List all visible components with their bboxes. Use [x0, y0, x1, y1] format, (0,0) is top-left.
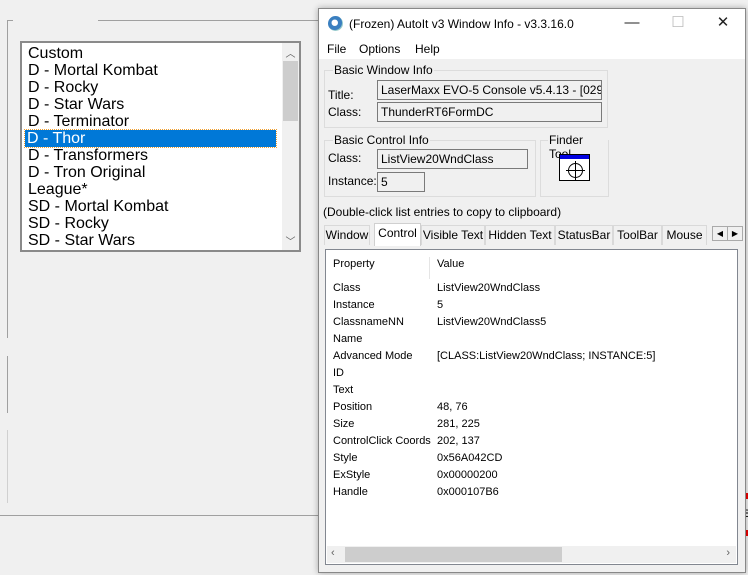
property-cell: Handle	[333, 486, 368, 498]
value-cell: ListView20WndClass5	[437, 316, 547, 328]
list-item-selected[interactable]: D - Thor	[24, 129, 277, 148]
table-row[interactable]: Text	[326, 382, 737, 399]
table-row[interactable]: ExStyle 0x00000200	[326, 467, 737, 484]
horizontal-scrollbar[interactable]: ‹ ›	[327, 546, 736, 563]
autoit-window-info: (Frozen) AutoIt v3 Window Info - v3.3.16…	[318, 8, 746, 573]
menu-file[interactable]: File	[327, 42, 346, 56]
control-class-label: Class:	[328, 151, 362, 165]
instance-field[interactable]: 5	[377, 172, 425, 192]
scroll-left-icon[interactable]: ‹	[331, 547, 335, 559]
groupbox-2-left-border	[7, 356, 8, 413]
menu-bar: File Options Help	[319, 39, 745, 59]
close-button[interactable]: ✕	[700, 9, 746, 39]
frame-bottom-line	[0, 515, 318, 516]
property-cell: Style	[333, 452, 358, 464]
clipboard-hint: (Double-click list entries to copy to cl…	[323, 205, 562, 219]
tab-visible-text[interactable]: Visible Text	[421, 225, 485, 245]
mode-listbox[interactable]: Custom D - Mortal Kombat D - Rocky D - S…	[20, 41, 301, 252]
autoit-magnifier-icon	[328, 16, 343, 31]
table-row[interactable]: Instance 5	[326, 297, 737, 314]
list-item[interactable]: League*	[26, 181, 88, 198]
scrollbar-thumb[interactable]	[345, 547, 562, 562]
value-cell: 0x00000200	[437, 469, 498, 481]
scrollbar-thumb[interactable]	[283, 61, 298, 121]
value-cell: ListView20WndClass	[437, 282, 541, 294]
table-row[interactable]: Name	[326, 331, 737, 348]
tab-scroll-left-icon[interactable]: ◀	[712, 226, 728, 241]
value-cell: 0x56A042CD	[437, 452, 503, 464]
tab-control[interactable]: Control	[374, 223, 421, 246]
property-cell: Class	[333, 282, 361, 294]
class-label: Class:	[328, 105, 362, 119]
menu-help[interactable]: Help	[415, 42, 440, 56]
scroll-up-icon[interactable]: ︿	[282, 45, 299, 60]
value-cell: 5	[437, 299, 444, 311]
scroll-down-icon[interactable]: ﹀	[282, 233, 299, 248]
table-row[interactable]: Handle 0x000107B6	[326, 484, 737, 501]
table-row[interactable]: Position 48, 76	[326, 399, 737, 416]
tab-hidden-text[interactable]: Hidden Text	[485, 225, 555, 245]
group-heading: Basic Window Info	[333, 63, 434, 77]
scroll-right-icon[interactable]: ›	[726, 547, 730, 559]
property-cell: Instance	[333, 299, 375, 311]
table-row[interactable]: ClassnameNN ListView20WndClass5	[326, 314, 737, 331]
instance-label: Instance:	[328, 174, 377, 188]
tab-window[interactable]: Window	[324, 225, 370, 245]
list-item[interactable]: SD - Mortal Kombat	[26, 198, 168, 215]
table-row[interactable]: Advanced Mode [CLASS:ListView20WndClass; …	[326, 348, 737, 365]
header-divider	[429, 257, 430, 279]
property-cell: Position	[333, 401, 373, 413]
value-cell: 48, 76	[437, 401, 468, 413]
property-cell: ExStyle	[333, 469, 371, 481]
property-cell: Size	[333, 418, 355, 430]
property-cell: Name	[333, 333, 363, 345]
table-row[interactable]: Size 281, 225	[326, 416, 737, 433]
groupbox-left-border	[7, 20, 8, 338]
list-item[interactable]: D - Terminator	[26, 113, 129, 130]
title-label: Title:	[328, 88, 354, 102]
groupbox-3-left-border	[7, 430, 8, 503]
value-cell: 281, 225	[437, 418, 480, 430]
properties-listview[interactable]: Property Value Class ListView20WndClass In…	[325, 249, 738, 565]
property-cell: ControlClick Coords	[333, 435, 431, 447]
value-cell: 202, 137	[437, 435, 480, 447]
header-property[interactable]: Property	[333, 255, 375, 273]
property-cell: ClassnameNN	[333, 316, 404, 328]
tab-scroll-right-icon[interactable]: ▶	[727, 226, 743, 241]
group-heading: Basic Control Info	[333, 133, 430, 147]
tab-statusbar[interactable]: StatusBar	[555, 225, 613, 245]
table-row[interactable]: ControlClick Coords 202, 137	[326, 433, 737, 450]
property-cell: Text	[333, 384, 354, 396]
title-bar[interactable]: (Frozen) AutoIt v3 Window Info - v3.3.16…	[319, 9, 745, 39]
minimize-button[interactable]: —	[609, 9, 655, 39]
list-item[interactable]: SD - Rocky	[26, 215, 109, 232]
control-class-field[interactable]: ListView20WndClass	[377, 149, 528, 169]
property-cell: ID	[333, 367, 344, 379]
frame-top-line	[98, 20, 318, 21]
column-header: Property Value	[326, 255, 737, 279]
list-item[interactable]: D - Transformers	[26, 147, 148, 164]
maximize-button[interactable]: ☐	[655, 9, 701, 39]
list-item[interactable]: D - Rocky	[26, 79, 98, 96]
list-item[interactable]: SD - Star Wars	[26, 232, 135, 249]
list-item[interactable]: Custom	[26, 45, 83, 62]
tab-mouse[interactable]: Mouse	[662, 225, 707, 245]
tab-toolbar[interactable]: ToolBar	[613, 225, 662, 245]
property-cell: Advanced Mode	[333, 350, 413, 362]
list-item[interactable]: D - Star Wars	[26, 96, 124, 113]
list-item[interactable]: D - Tron Original	[26, 164, 145, 181]
window-class-field[interactable]: ThunderRT6FormDC	[377, 102, 602, 122]
header-value[interactable]: Value	[437, 255, 464, 273]
table-row[interactable]: ID	[326, 365, 737, 382]
list-item[interactable]: D - Mortal Kombat	[26, 62, 158, 79]
window-title-field[interactable]: LaserMaxx EVO-5 Console v5.4.13 - [0292.…	[377, 80, 602, 100]
value-cell: [CLASS:ListView20WndClass; INSTANCE:5]	[437, 350, 656, 362]
window-title: (Frozen) AutoIt v3 Window Info - v3.3.16…	[349, 17, 574, 31]
table-row[interactable]: Style 0x56A042CD	[326, 450, 737, 467]
crosshair-finder-icon[interactable]	[559, 154, 590, 181]
menu-options[interactable]: Options	[359, 42, 400, 56]
table-row[interactable]: Class ListView20WndClass	[326, 280, 737, 297]
value-cell: 0x000107B6	[437, 486, 499, 498]
vertical-scrollbar[interactable]: ︿ ﹀	[282, 43, 299, 250]
